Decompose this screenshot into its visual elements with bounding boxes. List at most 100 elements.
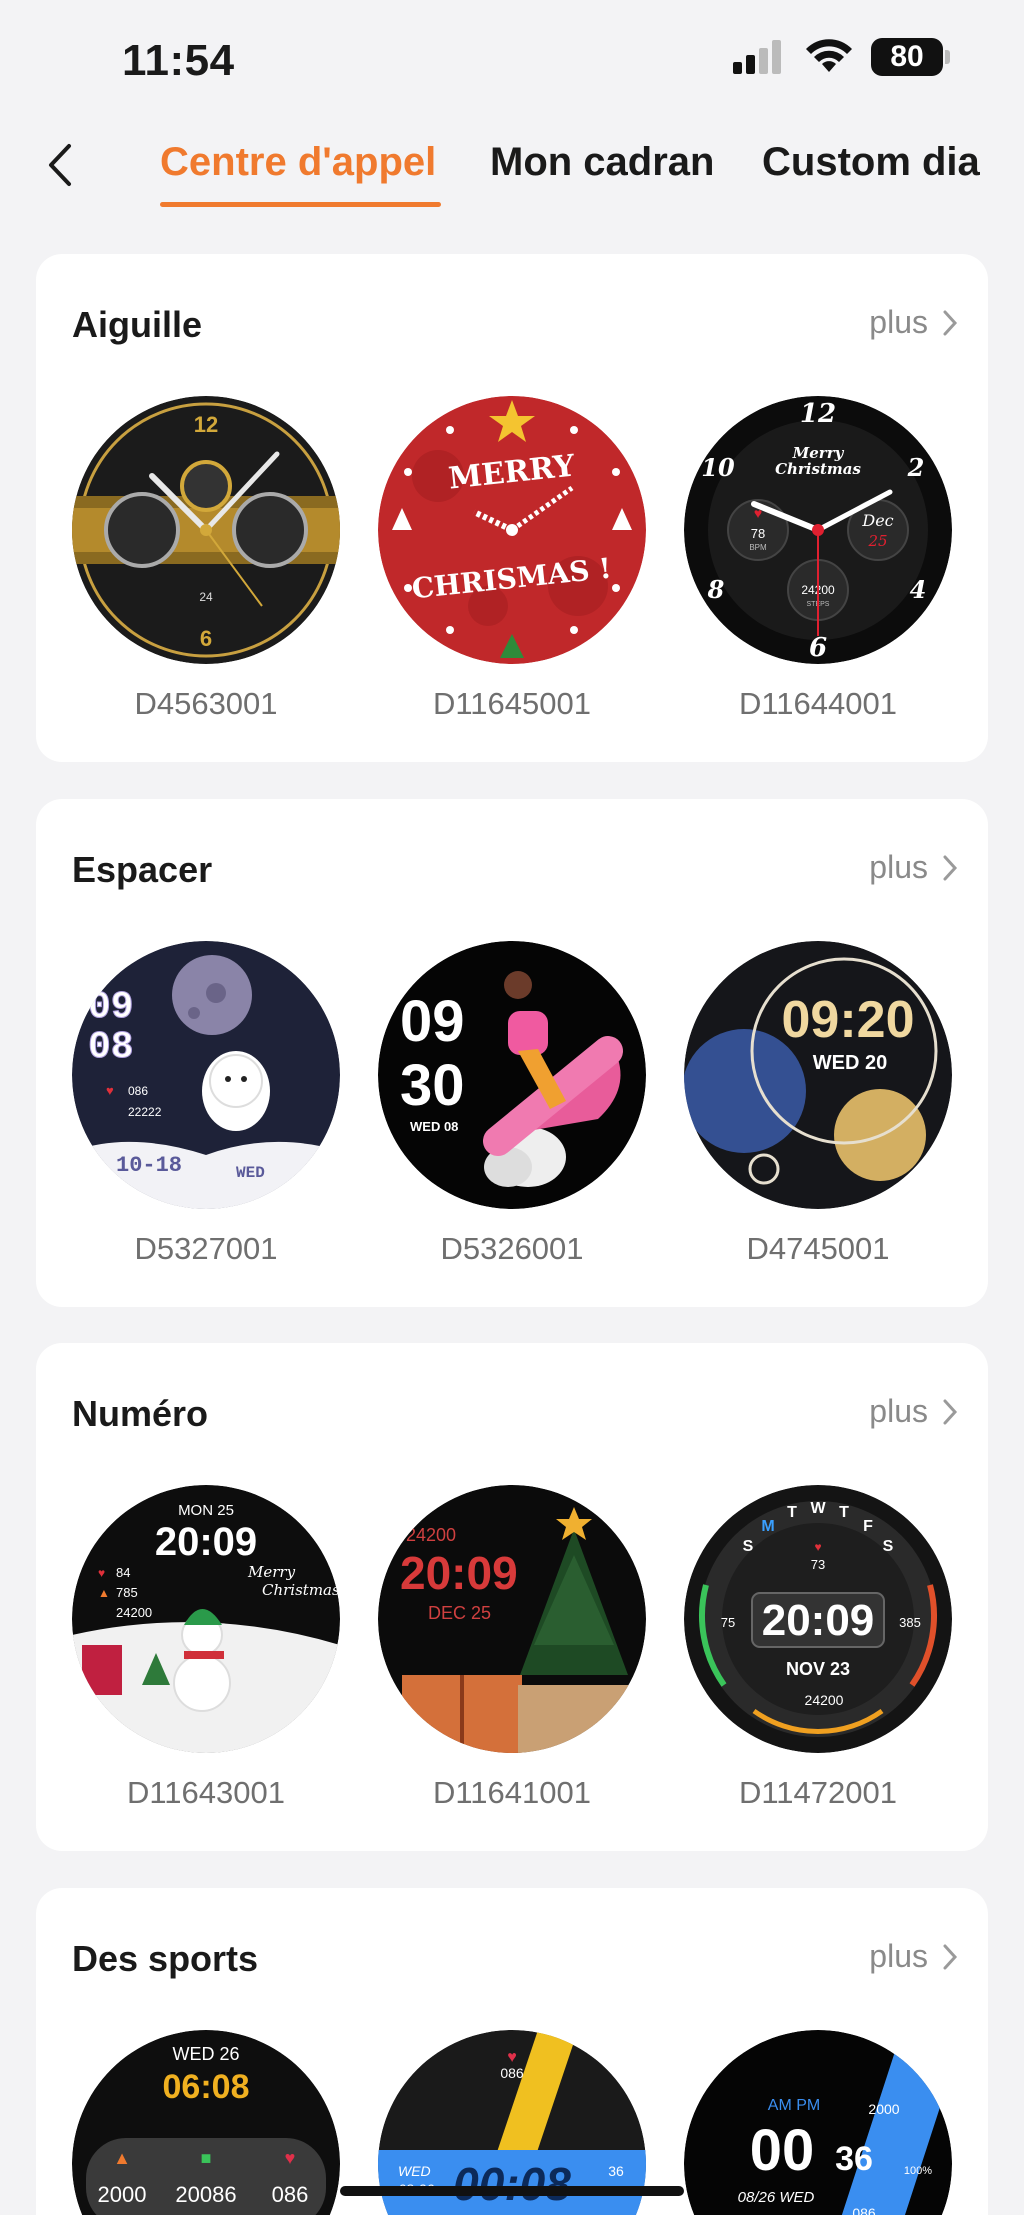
more-button[interactable]: plus	[869, 304, 958, 341]
dial-weekday: S	[883, 1538, 894, 1555]
wifi-icon	[806, 39, 852, 72]
watch-face-item[interactable]: S M T W T F S ♥ 73 75 385 20:09 NOV 23 2…	[684, 1485, 952, 1811]
svg-text:♥: ♥	[98, 1566, 105, 1580]
more-button[interactable]: plus	[869, 1938, 958, 1975]
tab-centre-d-appel[interactable]: Centre d'appel	[160, 140, 436, 185]
dial-time: 09:20	[782, 991, 915, 1049]
dial-value: 24200	[116, 1605, 152, 1620]
watch-face-preview: 24200 20:09 DEC 25	[378, 1485, 646, 1753]
watch-face-preview: MERRY CHRISMAS !	[378, 396, 646, 664]
dial-value: 086	[128, 1084, 148, 1098]
section-title: Aiguille	[72, 304, 203, 345]
svg-text:▲: ▲	[113, 2148, 131, 2168]
dial-value: 25	[867, 532, 887, 550]
status-time: 11:54	[122, 36, 235, 85]
dial-number: 2	[907, 453, 925, 482]
chevron-right-icon	[943, 1399, 958, 1424]
watch-face-preview: 12 2 4 6 8 10 Merry Christmas ♥ 78 BPM D…	[684, 396, 952, 664]
dial-date: DEC 25	[428, 1603, 491, 1623]
more-button[interactable]: plus	[869, 1393, 958, 1430]
section-title: Numéro	[72, 1393, 209, 1434]
section-aiguille: Aiguille plus 12 6 24 D4563001 MERRY CHR…	[36, 254, 988, 762]
watch-face-item[interactable]: 12 6 24 D4563001	[72, 396, 340, 722]
dial-number: 12	[800, 399, 836, 429]
dial-minute: 30	[400, 1053, 465, 1118]
watch-face-item[interactable]: AM PM 00 36 08/26 WED 2000 100% 086	[684, 2030, 952, 2215]
dial-number: 4	[910, 575, 927, 604]
dial-value: 100%	[904, 2165, 932, 2177]
dial-text: Christmas	[262, 1581, 340, 1599]
dial-date: NOV 23	[786, 1659, 850, 1679]
chevron-right-icon	[943, 855, 958, 880]
more-label: plus	[869, 849, 928, 885]
section-title: Des sports	[72, 1938, 259, 1979]
back-button[interactable]	[40, 140, 80, 190]
watch-face-item[interactable]: 09 30 WED 08 D5326001	[378, 941, 646, 1267]
status-icons: 80	[733, 38, 950, 76]
watch-face-id: D11641001	[432, 1775, 591, 1810]
dial-value: 73	[811, 1557, 825, 1572]
dial-value: 75	[721, 1615, 735, 1630]
section-des-sports: Des sports plus WED 26 06:08 ▲ ■ ♥ 2000 …	[36, 1888, 988, 2215]
battery-level: 80	[871, 38, 943, 76]
watch-face-id: D5326001	[440, 1231, 584, 1266]
svg-text:♥: ♥	[814, 1540, 821, 1554]
watch-face-id: D4563001	[134, 686, 278, 721]
dial-number: 6	[809, 633, 827, 663]
watch-face-item[interactable]: MERRY CHRISMAS ! D11645001	[378, 396, 646, 722]
section-numero: Numéro plus MON 25 20:09 ♥ 84 ▲ 785 2420…	[36, 1343, 988, 1851]
dial-weekday: T	[839, 1504, 849, 1521]
dial-value: 84	[116, 1565, 130, 1580]
watch-face-id: D11645001	[432, 686, 591, 721]
section-espacer: Espacer plus 09 08 ♥ 086 22222 10-18 WED…	[36, 799, 988, 1307]
dial-value: 2000	[98, 2182, 147, 2207]
watch-face-preview: AM PM 00 36 08/26 WED 2000 100% 086	[684, 2030, 952, 2215]
watch-face-preview: MON 25 20:09 ♥ 84 ▲ 785 24200 Merry Chri…	[72, 1485, 340, 1753]
watch-face-preview: 09 08 ♥ 086 22222 10-18 WED	[72, 941, 340, 1209]
watch-face-id: D4745001	[746, 1231, 890, 1266]
dial-value: 78	[751, 526, 765, 541]
signal-icon	[733, 40, 781, 74]
dial-value: AM PM	[768, 2097, 820, 2114]
dial-number: 8	[707, 575, 725, 604]
chevron-left-icon	[49, 144, 71, 186]
dial-value: 385	[899, 1615, 921, 1630]
dial-value: 20086	[175, 2182, 236, 2207]
watch-face-preview: 12 6 24	[72, 396, 340, 664]
dial-steps: 24200	[805, 1692, 844, 1708]
chevron-right-icon	[943, 310, 958, 335]
watch-face-item[interactable]: 09:20 WED 20 D4745001	[684, 941, 952, 1267]
dial-value: 36	[608, 2163, 624, 2179]
more-label: plus	[869, 1393, 928, 1429]
top-nav: Centre d'appel Mon cadran Custom dia	[0, 120, 1024, 220]
watch-face-id: D11644001	[738, 686, 897, 721]
watch-face-id: D11472001	[738, 1775, 897, 1810]
dial-value: 22222	[128, 1105, 162, 1119]
battery-icon: 80	[871, 38, 950, 76]
more-button[interactable]: plus	[869, 849, 958, 886]
svg-text:▲: ▲	[98, 1586, 110, 1600]
status-bar: 11:54 80	[0, 0, 1024, 120]
dial-value: 24	[199, 590, 213, 604]
dial-time: 06:08	[163, 2068, 250, 2106]
watch-face-id: D11643001	[126, 1775, 285, 1810]
dial-minute: 08	[88, 1026, 134, 1069]
dial-value: WED	[398, 2163, 431, 2179]
dial-weekday: WED	[236, 1164, 265, 1182]
more-label: plus	[869, 1938, 928, 1974]
watch-face-item[interactable]: 24200 20:09 DEC 25 D11641001	[378, 1485, 646, 1811]
watch-face-item[interactable]: WED 26 06:08 ▲ ■ ♥ 2000 20086 086	[72, 2030, 340, 2215]
dial-value: 086	[500, 2065, 524, 2081]
watch-face-preview: 09:20 WED 20	[684, 941, 952, 1209]
watch-face-item[interactable]: 09 08 ♥ 086 22222 10-18 WED D5327001	[72, 941, 340, 1267]
watch-face-item[interactable]: MON 25 20:09 ♥ 84 ▲ 785 24200 Merry Chri…	[72, 1485, 340, 1811]
dial-weekday: S	[743, 1538, 754, 1555]
dial-value: 785	[116, 1585, 138, 1600]
tab-custom-dial[interactable]: Custom dia	[762, 140, 980, 185]
dial-date: MON 25	[178, 1502, 234, 1519]
svg-text:♥: ♥	[285, 2148, 296, 2168]
dial-date: WED 20	[813, 1052, 887, 1074]
dial-number: 6	[200, 626, 212, 651]
tab-mon-cadran[interactable]: Mon cadran	[490, 140, 714, 185]
watch-face-item[interactable]: 12 2 4 6 8 10 Merry Christmas ♥ 78 BPM D…	[684, 396, 952, 722]
